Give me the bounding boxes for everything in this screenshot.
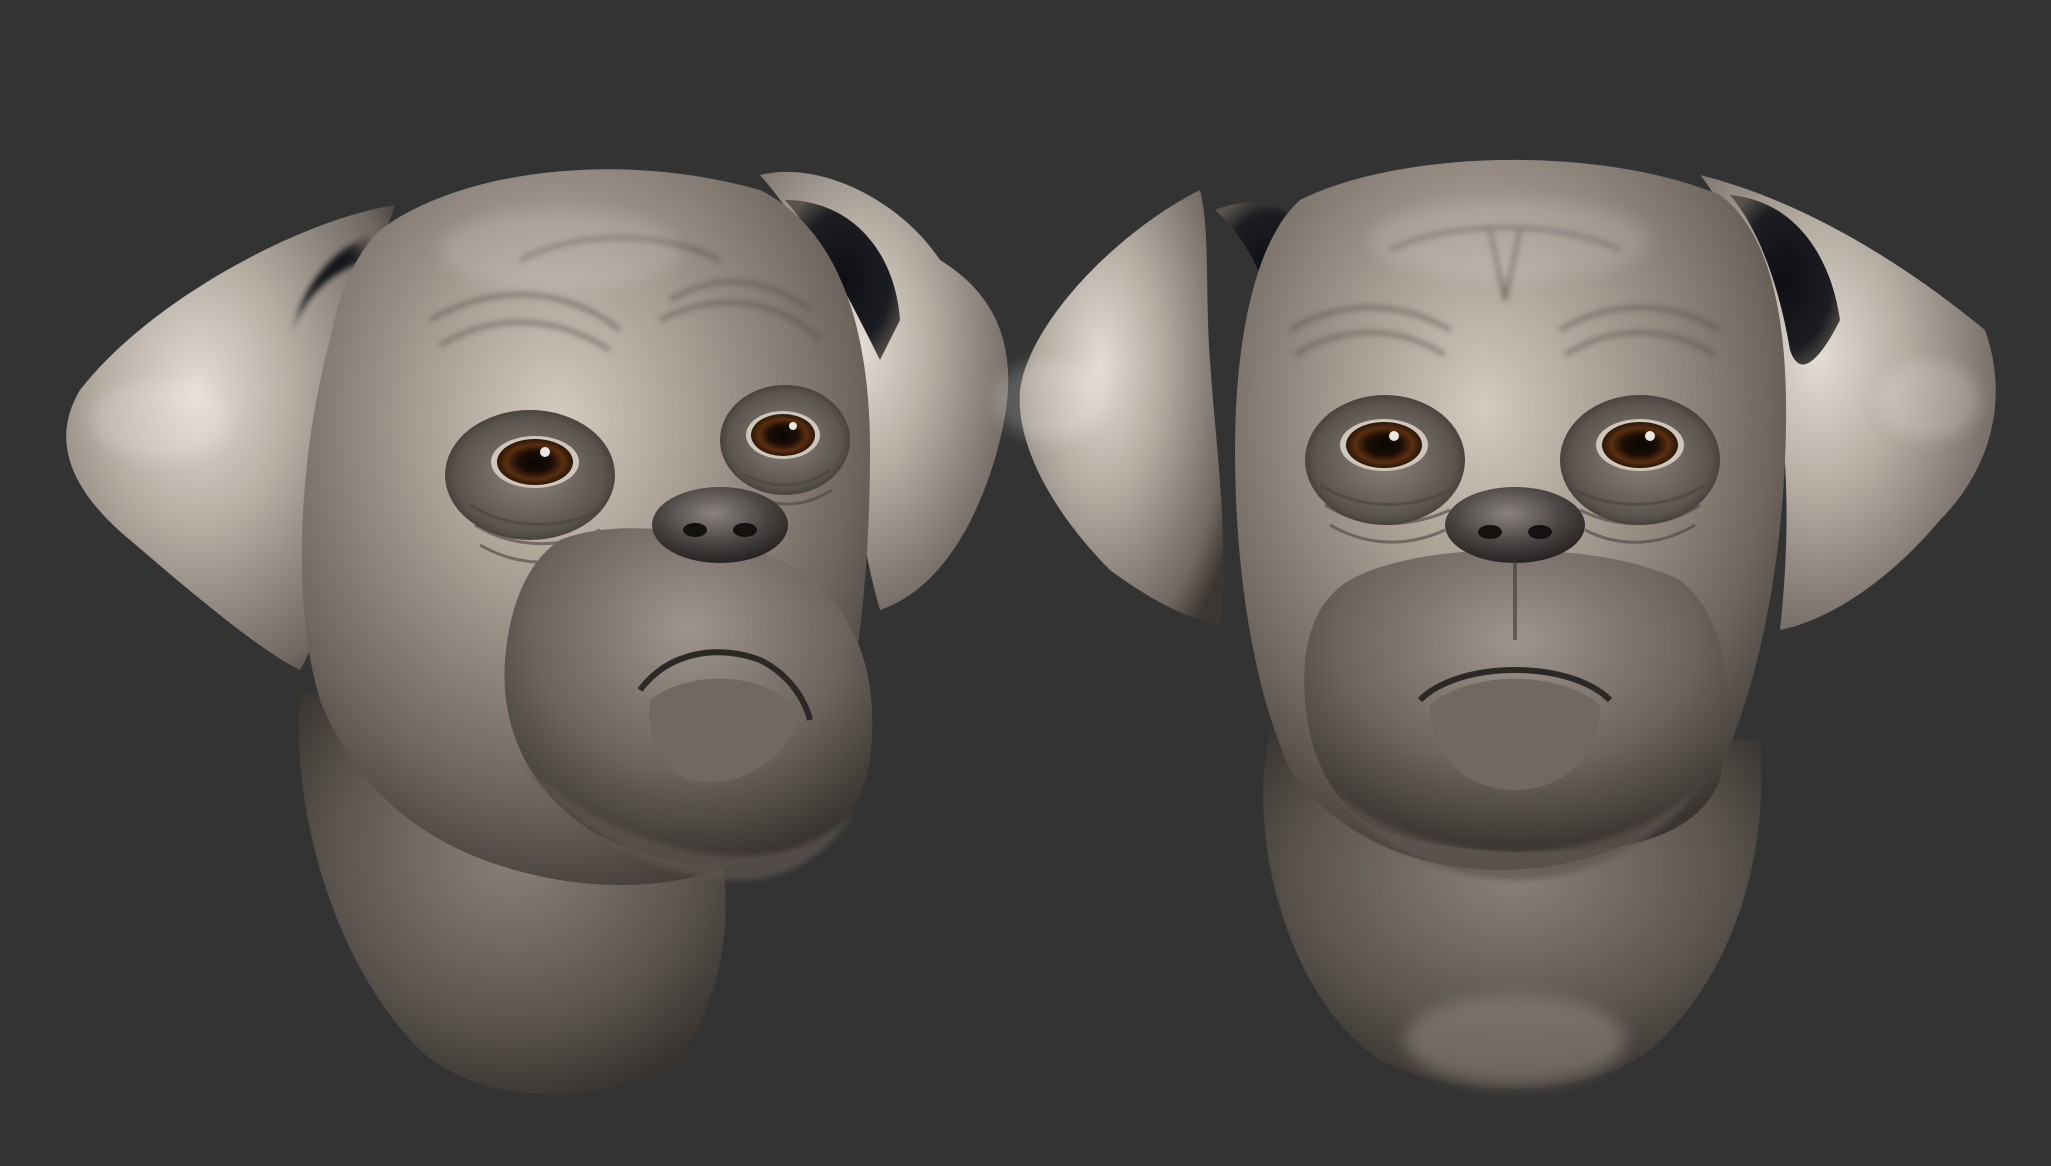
nose: [1445, 487, 1585, 563]
render-canvas: [66, 159, 1996, 1095]
dog-head-sculpt-right: [995, 159, 1996, 1089]
viewport-canvas: [0, 0, 2051, 1166]
eye-left: [1340, 419, 1428, 471]
eye-left: [491, 436, 579, 488]
eye-right: [746, 411, 820, 459]
dog-head-sculpt-left: [66, 169, 1009, 1095]
nose: [652, 487, 788, 563]
eye-right: [1596, 419, 1684, 471]
